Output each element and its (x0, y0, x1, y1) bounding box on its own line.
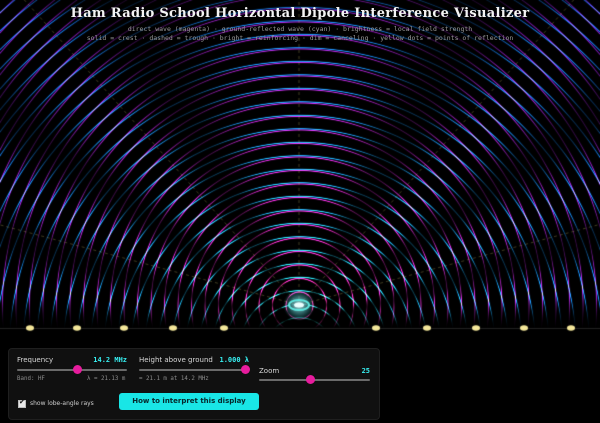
band-readout: Band: HF (17, 376, 45, 382)
lobe-rays-checkbox[interactable]: ✔ (18, 398, 26, 408)
frequency-label: Frequency (17, 356, 54, 364)
frequency-slider-thumb[interactable] (73, 365, 82, 374)
page-title: Ham Radio School Horizontal Dipole Inter… (70, 6, 530, 21)
height-meters-readout: = 21.1 m at 14.2 MHz (139, 376, 209, 382)
legend-line-colors: direct wave (magenta) · ground-reflected… (127, 25, 473, 33)
zoom-slider-thumb[interactable] (305, 375, 315, 384)
zoom-label: Zoom (259, 367, 280, 375)
height-slider-thumb[interactable] (240, 365, 250, 374)
height-value: 1.000 λ (219, 356, 249, 364)
controls-panel: Frequency 14.2 MHz Band: HF λ = 21.13 m … (8, 348, 380, 420)
zoom-value: 25 (361, 367, 370, 375)
lobe-rays-label: show lobe-angle rays (30, 400, 94, 407)
frequency-value: 14.2 MHz (93, 356, 127, 364)
wavelength-readout: λ = 21.13 m (87, 376, 126, 382)
interpret-button[interactable]: How to interpret this display (119, 393, 259, 410)
height-slider-track[interactable] (139, 369, 245, 371)
legend-line-styles: solid = crest · dashed = trough · bright… (86, 34, 514, 42)
interference-canvas (0, 0, 600, 332)
checkmark-icon: ✔ (19, 398, 25, 406)
frequency-slider-track[interactable] (17, 369, 127, 371)
